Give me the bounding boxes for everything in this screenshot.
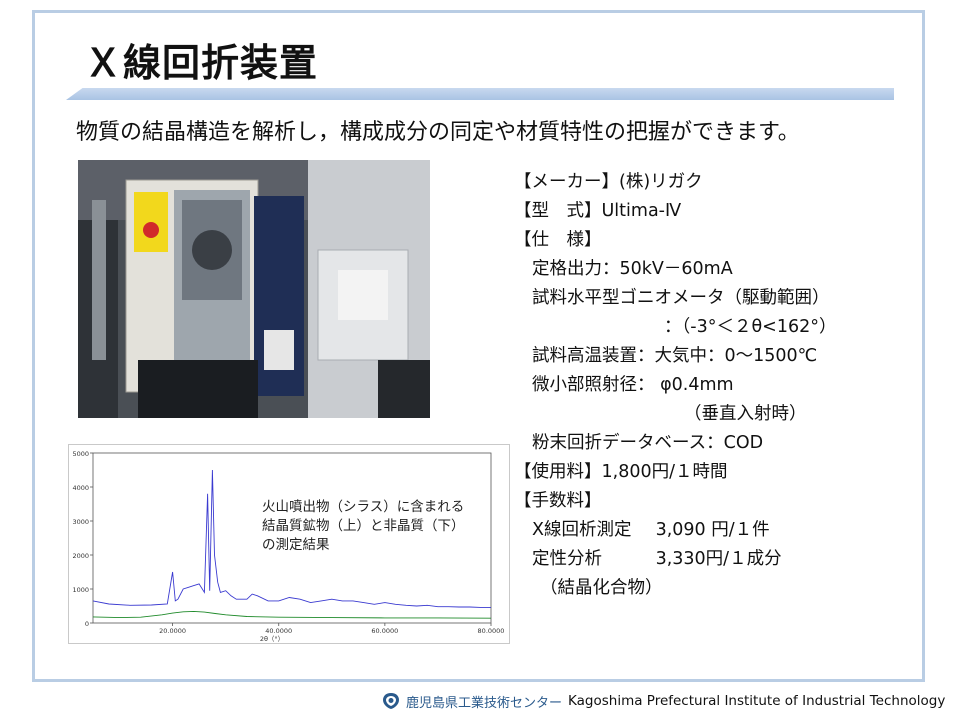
footer: 鹿児島県工業技術センター Kagoshima Prefectural Insti… xyxy=(382,690,945,712)
footer-org-jp: 鹿児島県工業技術センター xyxy=(406,695,563,711)
spec-fee2: 定性分析 3,330円/１成分 xyxy=(514,545,914,574)
spec-header: 【仕 様】 xyxy=(514,230,602,250)
chart-annotation-line3: の測定結果 xyxy=(262,537,330,553)
spec-micro-note: （垂直入射時） xyxy=(684,404,807,424)
x-axis-label: 2θ（°） xyxy=(260,635,284,643)
y-tick-label-0: 0 xyxy=(85,620,89,628)
spec-fee2-value: 3,330円/１成分 xyxy=(655,549,782,569)
specs-panel: 【メーカー】(株)リガク 【型 式】Ultima-Ⅳ 【仕 様】 定格出力：50… xyxy=(514,168,914,603)
x-tick-label-1: 40.0000 xyxy=(265,627,292,635)
footer-org-en: Kagoshima Prefectural Institute of Indus… xyxy=(568,693,946,709)
x-tick-label-3: 80.0000 xyxy=(478,627,505,635)
spec-fee1: X線回析測定 3,090 円/１件 xyxy=(514,516,914,545)
spec-usage-fee: 【使用料】1,800円/１時間 xyxy=(514,462,728,482)
spec-model: 【型 式】Ultima-Ⅳ xyxy=(514,201,682,221)
spec-database: 粉末回折データベース：COD xyxy=(532,433,764,453)
spec-micro-label: 微小部照射径： xyxy=(532,375,655,395)
series-line-1 xyxy=(92,610,492,619)
slide-subtitle: 物質の結晶構造を解析し，構成成分の同定や材質特性の把握ができます。 xyxy=(76,120,800,145)
spec-goniometer: 試料水平型ゴニオメータ（駆動範囲） xyxy=(532,288,830,308)
title-underline-bar xyxy=(66,88,894,100)
y-tick-label-5: 5000 xyxy=(72,450,89,458)
y-tick-label-2: 2000 xyxy=(72,552,89,560)
chart-annotation-line2: 結晶質鉱物（上）と非晶質（下） xyxy=(262,518,465,534)
y-tick-label-4: 4000 xyxy=(72,484,89,492)
kagoshima-pref-logo-icon xyxy=(383,693,399,709)
spec-rated-output: 定格出力：50kV－60mA xyxy=(532,259,733,279)
spec-fee1-value: 3,090 円/１件 xyxy=(655,520,770,540)
chart-annotation: 火山噴出物（シラス）に含まれる 結晶質鉱物（上）と非晶質（下） の測定結果 xyxy=(262,498,502,555)
spec-micro: 微小部照射径： φ0.4mm xyxy=(514,371,914,400)
spec-fee2-note: （結晶化合物） xyxy=(540,578,663,598)
y-tick-label-1: 1000 xyxy=(72,586,89,594)
spec-maker: 【メーカー】(株)リガク xyxy=(514,172,703,192)
spec-goniometer-range: ：（-3°＜２θ<162°） xyxy=(664,317,837,337)
slide-title: Ｘ線回折装置 xyxy=(84,41,319,85)
x-tick-label-2: 60.0000 xyxy=(371,627,398,635)
spec-handling-header: 【手数料】 xyxy=(514,491,602,511)
instrument-photo xyxy=(78,160,430,418)
spec-micro-value: φ0.4mm xyxy=(660,375,734,395)
x-ray-diffractometer-photo-icon xyxy=(78,160,430,418)
x-tick-label-0: 20.0000 xyxy=(159,627,186,635)
y-tick-label-3: 3000 xyxy=(72,518,89,526)
spec-high-temp: 試料高温装置：大気中：0～1500℃ xyxy=(532,346,818,366)
spec-fee2-label: 定性分析 xyxy=(532,549,602,569)
spec-fee1-label: X線回析測定 xyxy=(532,520,632,540)
chart-annotation-line1: 火山噴出物（シラス）に含まれる xyxy=(262,499,465,515)
